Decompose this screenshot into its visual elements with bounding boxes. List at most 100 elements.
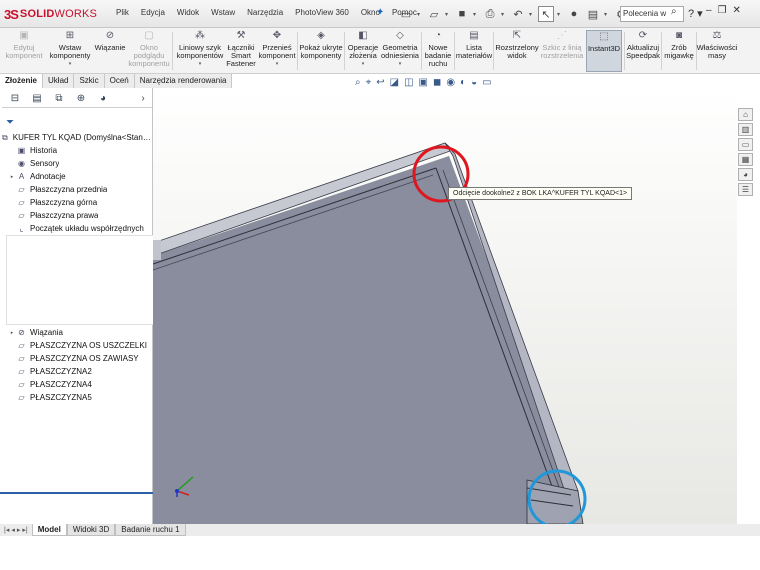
filter-icon[interactable]: ⏷: [6, 117, 14, 128]
solidworks-resources-icon[interactable]: ⌂: [738, 108, 753, 121]
update-speedpak-button[interactable]: ⟳ Aktualizuj Speedpak: [626, 30, 660, 72]
tab-3d-views[interactable]: Widoki 3D: [66, 524, 116, 536]
select-arrow-icon[interactable]: ↖: [538, 6, 554, 22]
tree-item-annotations[interactable]: ▸ A Adnotacje: [0, 170, 153, 183]
hide-show-items-icon[interactable]: ◉: [446, 77, 455, 88]
restore-icon[interactable]: ❐: [718, 5, 727, 16]
select-dropdown-icon[interactable]: ▾: [557, 11, 563, 18]
view-palette-icon[interactable]: ▦: [738, 153, 753, 166]
tab-motion-study-1[interactable]: Badanie ruchu 1: [115, 524, 186, 536]
tree-item-top-plane[interactable]: ▱ Płaszczyzna górna: [0, 196, 153, 209]
configuration-manager-tab-icon[interactable]: ⧉: [51, 92, 67, 106]
tab-model[interactable]: Model: [31, 524, 67, 536]
menu-file[interactable]: Plik: [110, 8, 135, 17]
custom-properties-icon[interactable]: ☰: [738, 183, 753, 196]
tab-sketch[interactable]: Szkic: [74, 74, 105, 88]
linear-pattern-button[interactable]: ⁂ Liniowy szyk komponentów ▾: [176, 30, 224, 72]
feature-tree-tab-icon[interactable]: ⊟: [7, 92, 23, 106]
assembly-features-button[interactable]: ◧ Operacje złożenia ▾: [346, 30, 380, 72]
section-view-icon[interactable]: ◪: [390, 77, 399, 88]
file-properties-dropdown-icon[interactable]: ▾: [604, 11, 610, 18]
pin-menu-icon[interactable]: ✦: [376, 7, 384, 18]
expand-panel-icon[interactable]: ›: [135, 92, 151, 106]
print-dropdown-icon[interactable]: ▾: [501, 11, 507, 18]
edit-appearance-icon[interactable]: ◐: [460, 77, 466, 88]
file-properties-icon[interactable]: ▤: [585, 6, 601, 22]
undo-icon[interactable]: ↶: [510, 6, 526, 22]
graphics-viewport[interactable]: [153, 88, 737, 524]
instant3d-button[interactable]: ⬚ Instant3D: [586, 30, 622, 72]
tree-item-front-plane[interactable]: ▱ Płaszczyzna przednia: [0, 183, 153, 196]
display-manager-tab-icon[interactable]: ◕: [95, 92, 111, 106]
insert-components-dropdown-icon[interactable]: ▾: [69, 60, 72, 68]
design-library-icon[interactable]: ▥: [738, 123, 753, 136]
apply-scene-icon[interactable]: ◒: [471, 77, 477, 88]
mass-properties-button[interactable]: ⚖ Właściwości masy: [697, 30, 738, 72]
linear-pattern-dropdown-icon[interactable]: ▾: [199, 60, 202, 68]
tree-item-plane-seal[interactable]: ▱ PŁASZCZYZNA OS USZCZELKI: [0, 339, 153, 352]
assembly-features-dropdown-icon[interactable]: ▾: [362, 60, 365, 68]
save-dropdown-icon[interactable]: ▾: [473, 11, 479, 18]
new-dropdown-icon[interactable]: ▾: [417, 11, 423, 18]
undo-dropdown-icon[interactable]: ▾: [529, 11, 535, 18]
help-icon[interactable]: ? ▾: [688, 7, 703, 20]
tree-item-plane5[interactable]: ▱ PŁASZCZYZNA5: [0, 391, 153, 404]
display-style-icon[interactable]: ◼: [433, 77, 441, 88]
tab-assembly[interactable]: Złożenie: [0, 74, 44, 88]
view-orientation-icon[interactable]: ▣: [419, 77, 428, 88]
move-component-dropdown-icon[interactable]: ▾: [276, 60, 279, 68]
menu-insert[interactable]: Wstaw: [205, 8, 241, 17]
edit-component-button[interactable]: ▣ Edytuj komponent: [4, 30, 44, 72]
save-icon[interactable]: ■: [454, 6, 470, 22]
rebuild-icon[interactable]: ●: [566, 6, 582, 22]
property-manager-tab-icon[interactable]: ▤: [29, 92, 45, 106]
minimize-icon[interactable]: –: [706, 5, 712, 16]
new-motion-study-button[interactable]: ◔ Nowe badanie ruchu: [423, 30, 453, 72]
previous-view-icon[interactable]: ↩: [376, 77, 384, 88]
smart-fasteners-button[interactable]: ⚒ Łączniki Smart Fastener: [224, 30, 258, 72]
open-dropdown-icon[interactable]: ▾: [445, 11, 451, 18]
zoom-to-area-icon[interactable]: ⌖: [366, 77, 372, 88]
mate-button[interactable]: ⊘ Wiązanie: [92, 30, 128, 72]
tree-item-mates[interactable]: ▸ ⊘ Wiązania: [0, 326, 153, 339]
zoom-to-fit-icon[interactable]: ⌕: [355, 77, 361, 88]
tree-item-plane-hinge[interactable]: ▱ PŁASZCZYZNA OS ZAWIASY: [0, 352, 153, 365]
explode-line-sketch-button[interactable]: ⋰ Szkic z linią rozstrzelenia: [539, 30, 585, 72]
exploded-view-button[interactable]: ⇱ Rozstrzelony widok: [495, 30, 539, 72]
reference-geometry-button[interactable]: ◇ Geometria odniesienia ▾: [380, 30, 420, 72]
tree-item-origin[interactable]: ⌞ Początek układu współrzędnych: [0, 222, 153, 235]
file-explorer-icon[interactable]: ▭: [738, 138, 753, 151]
menu-view[interactable]: Widok: [171, 8, 205, 17]
tree-item-history[interactable]: ▣ Historia: [0, 144, 153, 157]
print-icon[interactable]: ⎙: [482, 6, 498, 22]
tree-item-plane2[interactable]: ▱ PŁASZCZYZNA2: [0, 365, 153, 378]
expand-arrow-icon[interactable]: ▸: [8, 174, 16, 180]
tree-item-sensors[interactable]: ◉ Sensory: [0, 157, 153, 170]
tree-item-plane4[interactable]: ▱ PŁASZCZYZNA4: [0, 378, 153, 391]
tree-item-right-plane[interactable]: ▱ Płaszczyzna prawa: [0, 209, 153, 222]
last-tab-icon[interactable]: ▸|: [22, 526, 27, 534]
appearances-icon[interactable]: ◕: [738, 168, 753, 181]
tree-root[interactable]: ⧉ KUFER TYL KQAD (Domyślna<Stan wyświe: [0, 131, 153, 144]
view-settings-icon[interactable]: ▭: [482, 77, 491, 88]
reference-geometry-dropdown-icon[interactable]: ▾: [399, 60, 402, 68]
open-icon[interactable]: ▱: [426, 6, 442, 22]
menu-tools[interactable]: Narzędzia: [241, 8, 289, 17]
expand-arrow-icon[interactable]: ▸: [8, 330, 16, 336]
tab-evaluate[interactable]: Oceń: [104, 74, 135, 88]
tab-render-tools[interactable]: Narzędzia renderowania: [134, 74, 233, 88]
next-tab-icon[interactable]: ▸: [17, 526, 21, 534]
menu-photoview[interactable]: PhotoView 360: [289, 8, 355, 17]
dimxpert-tab-icon[interactable]: ⊕: [73, 92, 89, 106]
tab-layout[interactable]: Układ: [43, 74, 75, 88]
component-preview-button[interactable]: ▢ Okno podglądu komponentu: [128, 30, 170, 72]
close-icon[interactable]: ✕: [733, 5, 741, 16]
solidworks-logo[interactable]: 3S SOLIDWORKS: [4, 5, 97, 23]
new-document-icon[interactable]: ▭: [398, 6, 414, 22]
dynamic-annotation-icon[interactable]: ◫: [404, 77, 413, 88]
move-component-button[interactable]: ✥ Przenieś komponent ▾: [258, 30, 296, 72]
search-icon[interactable]: ⌕: [671, 6, 685, 22]
first-tab-icon[interactable]: |◂: [4, 526, 9, 534]
bill-of-materials-button[interactable]: ▤ Lista materiałów: [456, 30, 492, 72]
prev-tab-icon[interactable]: ◂: [11, 526, 15, 534]
